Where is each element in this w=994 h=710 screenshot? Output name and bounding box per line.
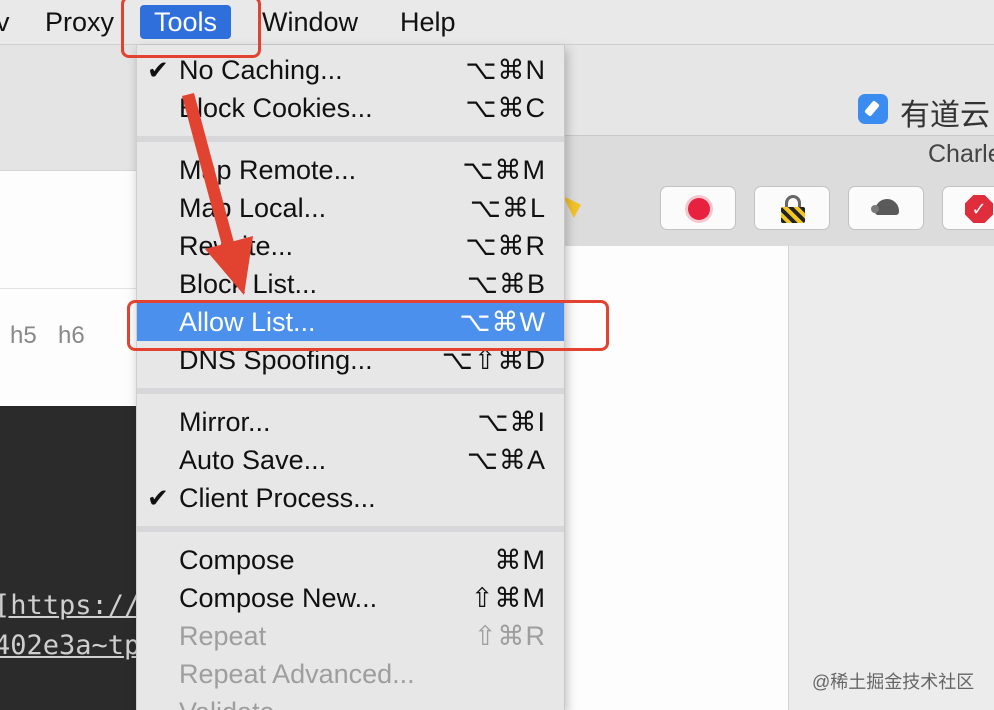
menu-item-label: Mirror... [179,407,271,437]
checkmark-icon: ✔ [147,55,169,85]
code-line-link[interactable]: [https:// [0,590,140,621]
menu-item-validate: Validate [137,693,564,710]
throttle-button[interactable] [848,186,924,230]
menu-item-label: Compose New... [179,583,378,613]
breakpoints-button[interactable]: ✓ [942,186,994,230]
left-window-toolbar [0,45,136,170]
menu-item-dns-spoofing[interactable]: DNS Spoofing... ⌥⇧⌘D [137,341,564,379]
code-line-link-2[interactable]: 402e3a~tp [0,630,140,661]
stop-check-icon: ✓ [965,195,993,223]
menu-item-block-list[interactable]: Block List... ⌥⌘B [137,265,564,303]
shortcut: ⌥⇧⌘D [441,345,546,375]
shortcut: ⌥⌘A [466,445,546,475]
menu-item-repeat-advanced: Repeat Advanced... [137,655,564,693]
menu-help[interactable]: Help [400,5,456,39]
menu-item-map-remote[interactable]: Map Remote... ⌥⌘M [137,151,564,189]
menu-item-label: Compose [179,545,295,575]
menu-item-mirror[interactable]: Mirror... ⌥⌘I [137,403,564,441]
watermark: @稀土掘金技术社区 [812,672,975,692]
record-button[interactable] [660,186,736,230]
menu-item-label: Auto Save... [179,445,327,475]
divider [0,288,136,289]
shortcut: ⌥⌘W [459,307,546,337]
menu-view[interactable]: v [0,5,10,39]
menu-item-client-process[interactable]: ✔ Client Process... [137,479,564,517]
detail-panel [788,246,994,710]
ssl-proxying-button[interactable] [754,186,830,230]
menu-item-label: Repeat [179,621,267,651]
menu-proxy[interactable]: Proxy [45,5,114,39]
menu-item-allow-list[interactable]: Allow List... ⌥⌘W [137,303,564,341]
menu-tools[interactable]: Tools [140,5,232,39]
menu-item-repeat: Repeat ⇧⌘R [137,617,564,655]
menu-item-rewrite[interactable]: Rewrite... ⌥⌘R [137,227,564,265]
menu-item-label: Repeat Advanced... [179,659,415,689]
shortcut: ⌥⌘N [465,55,546,85]
menu-item-no-caching[interactable]: ✔ No Caching... ⌥⌘N [137,51,564,89]
menu-item-label: Map Remote... [179,155,357,185]
menu-item-compose[interactable]: Compose ⌘M [137,541,564,579]
shortcut: ⌥⌘R [465,231,546,261]
shortcut: ⌥⌘L [469,193,546,223]
shortcut: ⌥⌘B [466,269,546,299]
checkmark-icon: ✔ [147,483,169,513]
menu-item-auto-save[interactable]: Auto Save... ⌥⌘A [137,441,564,479]
shortcut: ⌥⌘M [462,155,546,185]
shortcut: ⌘M [494,545,546,575]
charles-window-title: Charle [928,140,994,168]
menu-item-compose-new[interactable]: Compose New... ⇧⌘M [137,579,564,617]
session-list [563,246,788,710]
menu-item-label: Block Cookies... [179,93,373,123]
menu-separator [137,136,564,142]
heading-h6-button[interactable]: h6 [58,322,85,350]
menu-item-label: No Caching... [179,55,343,85]
lock-icon [781,195,805,223]
menu-separator [137,388,564,394]
shortcut: ⇧⌘M [470,583,546,613]
menu-item-label: Rewrite... [179,231,294,261]
tools-dropdown-menu: ✔ No Caching... ⌥⌘N Block Cookies... ⌥⌘C… [136,45,565,710]
shortcut: ⌥⌘I [477,407,546,437]
menu-separator [137,526,564,532]
menu-item-block-cookies[interactable]: Block Cookies... ⌥⌘C [137,89,564,127]
shortcut: ⌥⌘C [465,93,546,123]
youdao-note-icon [858,94,888,124]
menu-item-label: DNS Spoofing... [179,345,373,375]
menu-item-map-local[interactable]: Map Local... ⌥⌘L [137,189,564,227]
shortcut: ⇧⌘R [473,621,546,651]
menu-item-label: Map Local... [179,193,327,223]
code-editor [0,406,136,710]
menu-window[interactable]: Window [262,5,358,39]
menu-item-label: Allow List... [179,307,316,337]
menu-item-label: Block List... [179,269,318,299]
menu-bar: v Proxy Tools Window Help [0,0,994,45]
record-icon [688,198,710,220]
heading-h5-button[interactable]: h5 [10,322,37,350]
turtle-icon [871,197,903,219]
youdao-note-title: 有道云 [900,99,990,132]
menu-item-label: Client Process... [179,483,376,513]
menu-item-label: Validate [179,693,275,710]
